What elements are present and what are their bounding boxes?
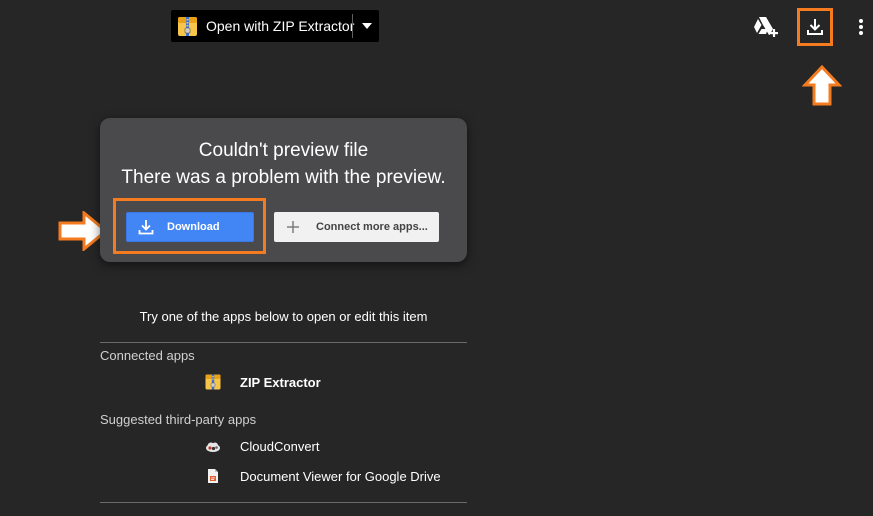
preview-error-title: Couldn't preview file xyxy=(198,140,369,161)
connect-more-apps-button[interactable]: Connect more apps... xyxy=(274,212,439,242)
download-icon xyxy=(138,220,154,235)
plus-icon xyxy=(287,221,299,233)
cloudconvert-icon xyxy=(206,442,220,452)
app-name: Document Viewer for Google Drive xyxy=(240,468,441,484)
drive-add-icon xyxy=(754,17,778,37)
download-icon xyxy=(807,19,823,35)
app-name: CloudConvert xyxy=(240,438,320,454)
more-options-button[interactable] xyxy=(852,14,870,40)
apps-divider-top xyxy=(100,342,467,343)
connect-more-apps-label: Connect more apps... xyxy=(316,221,428,233)
document-viewer-icon xyxy=(208,469,218,483)
connected-apps-label: Connected apps xyxy=(100,348,195,363)
zip-archive-icon xyxy=(178,16,197,36)
caret-down-icon xyxy=(361,23,372,29)
more-vert-icon xyxy=(859,19,863,35)
app-item-document-viewer[interactable]: Document Viewer for Google Drive xyxy=(205,467,441,485)
apps-divider-bottom xyxy=(100,502,467,503)
suggested-apps-label: Suggested third-party apps xyxy=(100,412,257,427)
download-button-label: Download xyxy=(167,221,220,233)
download-toolbar-button[interactable] xyxy=(797,8,833,46)
zip-archive-icon xyxy=(205,374,221,390)
preview-error-card: Couldn't preview file There was a proble… xyxy=(100,118,467,262)
app-name: ZIP Extractor xyxy=(240,374,321,390)
app-item-cloudconvert[interactable]: CloudConvert xyxy=(205,437,320,455)
apps-prompt: Try one of the apps below to open or edi… xyxy=(139,309,428,324)
app-item-zip-extractor[interactable]: ZIP Extractor xyxy=(205,373,321,391)
add-to-drive-button[interactable] xyxy=(752,14,780,40)
open-with-divider xyxy=(352,14,353,38)
preview-error-subtitle: There was a problem with the preview. xyxy=(121,167,446,188)
open-with-button[interactable]: Open with ZIP Extractor xyxy=(171,10,379,42)
open-with-dropdown[interactable] xyxy=(354,10,379,42)
open-with-label: Open with ZIP Extractor xyxy=(206,18,355,34)
download-button[interactable]: Download xyxy=(126,212,254,242)
arrow-up-icon xyxy=(802,65,842,106)
